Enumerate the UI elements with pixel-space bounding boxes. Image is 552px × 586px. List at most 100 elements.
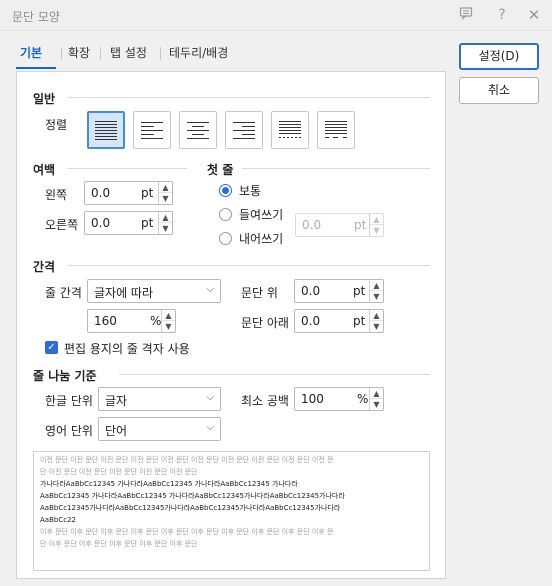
margin-right-unit: pt [141, 216, 154, 230]
tab-extended[interactable]: 확장 [68, 41, 90, 69]
line-spacing-mode-value: 글자에 따라 [94, 286, 154, 300]
help-icon[interactable]: ? [493, 6, 511, 24]
space-below-unit: pt [353, 314, 366, 328]
align-justify-icon [95, 121, 117, 140]
spin-up-icon[interactable]: ▲ [370, 214, 383, 225]
align-divide-button[interactable] [317, 111, 355, 149]
chat-icon[interactable] [457, 6, 475, 24]
space-below-spinner[interactable]: 0.0 pt ▲ ▼ [294, 309, 384, 333]
spin-up-icon[interactable]: ▲ [159, 182, 172, 193]
first-line-unit: pt [354, 218, 367, 232]
preview-sample-line: 가나다라AaBbCc12345 가나다라AaBbCc12345 가나다라AaBb… [40, 480, 298, 488]
section-margin-title: 여백 [33, 163, 56, 177]
chevron-down-icon: ⌵ [206, 284, 214, 295]
english-unit-select[interactable]: 단어 ⌵ [98, 417, 221, 441]
spin-down-icon[interactable]: ▼ [370, 321, 383, 332]
min-space-spinner[interactable]: 100 % ▲ ▼ [294, 387, 384, 411]
preview-sample-line: AaBbCc12345가나다라AaBbCc12345가나다라AaBbCc1234… [40, 504, 341, 512]
spin-down-icon[interactable]: ▼ [370, 225, 383, 236]
space-above-spinner[interactable]: 0.0 pt ▲ ▼ [294, 279, 384, 303]
spin-up-icon[interactable]: ▲ [159, 212, 172, 223]
first-line-outdent-radio[interactable] [219, 232, 232, 245]
section-divider [67, 97, 430, 98]
ok-button[interactable]: 설정(D) [459, 43, 539, 70]
align-distribute-button[interactable] [271, 111, 309, 149]
line-spacing-mode-select[interactable]: 글자에 따라 ⌵ [87, 279, 221, 303]
margin-left-value: 0.0 [91, 186, 111, 200]
spin-down-icon[interactable]: ▼ [370, 291, 383, 302]
section-line-break-title: 줄 나눔 기준 [33, 369, 97, 383]
align-justify-button[interactable] [87, 111, 125, 149]
english-unit-value: 단어 [105, 424, 128, 438]
spin-down-icon[interactable]: ▼ [370, 399, 383, 410]
preview-next-line: 단 이후 문단 이후 문단 이후 문단 이후 문단 이후 문단 [40, 540, 198, 548]
close-icon[interactable]: ✕ [525, 6, 543, 24]
margin-left-label: 왼쪽 [45, 188, 68, 202]
margin-left-spinner[interactable]: 0.0 pt ▲ ▼ [84, 181, 173, 205]
section-general-title: 일반 [33, 92, 56, 106]
tab-divider [160, 47, 161, 60]
active-tab-indicator [16, 67, 56, 69]
cancel-button[interactable]: 취소 [459, 77, 539, 104]
align-divide-icon [325, 121, 347, 138]
spin-up-icon[interactable]: ▲ [370, 280, 383, 291]
first-line-indent-radio[interactable] [219, 208, 232, 221]
align-left-button[interactable] [133, 111, 171, 149]
min-space-value: 100 [301, 392, 324, 406]
section-divider [67, 168, 187, 169]
section-first-line-title: 첫 줄 [207, 163, 234, 177]
min-space-label: 최소 공백 [241, 394, 289, 408]
spin-up-icon[interactable]: ▲ [370, 388, 383, 399]
spin-up-icon[interactable]: ▲ [370, 310, 383, 321]
paragraph-preview: 이전 문단 이전 문단 이전 문단 이전 문단 이전 문단 이전 문단 이전 문… [33, 451, 430, 571]
spin-down-icon[interactable]: ▼ [162, 321, 175, 332]
hangul-unit-value: 글자 [105, 394, 128, 408]
tab-basic[interactable]: 기본 [20, 41, 42, 69]
margin-right-label: 오른쪽 [45, 218, 79, 232]
first-line-normal-radio[interactable] [219, 184, 232, 197]
preview-next-line: 이후 문단 이후 문단 이후 문단 이후 문단 이후 문단 이후 문단 이후 문… [40, 528, 334, 536]
align-center-icon [187, 122, 209, 139]
title-bar: 문단 모양 ? ✕ [0, 0, 552, 31]
tab-tab-settings[interactable]: 탭 설정 [110, 41, 147, 69]
line-spacing-unit: % [150, 314, 162, 328]
align-left-icon [141, 122, 163, 139]
min-space-unit: % [357, 392, 369, 406]
margin-right-value: 0.0 [91, 216, 111, 230]
preview-sample-line: AaBbCc22 [40, 516, 76, 524]
margin-right-spinner[interactable]: 0.0 pt ▲ ▼ [84, 211, 173, 235]
spin-up-icon[interactable]: ▲ [162, 310, 175, 321]
english-unit-label: 영어 단위 [45, 424, 93, 438]
align-right-icon [233, 122, 255, 139]
basic-tab-panel: 일반 정렬 여백 왼쪽 0.0 pt ▲ ▼ 오른쪽 0.0 pt ▲ ▼ 첫 줄 … [16, 71, 446, 579]
use-line-grid-label: 편집 용지의 줄 격자 사용 [64, 342, 190, 356]
use-line-grid-checkbox[interactable]: ✓ [45, 341, 58, 354]
hangul-unit-label: 한글 단위 [45, 394, 93, 408]
section-spacing-title: 간격 [33, 260, 56, 274]
first-line-value-spinner[interactable]: 0.0 pt ▲ ▼ [295, 213, 384, 237]
space-above-value: 0.0 [301, 284, 321, 298]
align-center-button[interactable] [179, 111, 217, 149]
section-divider [242, 168, 430, 169]
chevron-down-icon: ⌵ [206, 422, 214, 433]
first-line-value: 0.0 [302, 218, 322, 232]
chevron-down-icon: ⌵ [206, 392, 214, 403]
space-above-label: 문단 위 [241, 286, 278, 300]
space-below-label: 문단 아래 [241, 316, 289, 330]
preview-prev-line: 이전 문단 이전 문단 이전 문단 이전 문단 이전 문단 이전 문단 이전 문… [40, 456, 334, 464]
spin-down-icon[interactable]: ▼ [159, 193, 172, 204]
tab-border-background[interactable]: 테두리/배경 [169, 41, 228, 69]
space-above-unit: pt [353, 284, 366, 298]
preview-sample-line: AaBbCc12345 가나다라AaBbCc12345 가나다라AaBbCc12… [40, 492, 345, 500]
tab-divider [61, 47, 62, 60]
line-spacing-value-spinner[interactable]: 160 % ▲ ▼ [87, 309, 176, 333]
window-title: 문단 모양 [12, 10, 60, 24]
hangul-unit-select[interactable]: 글자 ⌵ [98, 387, 221, 411]
align-right-button[interactable] [225, 111, 263, 149]
align-label: 정렬 [45, 118, 68, 132]
spin-down-icon[interactable]: ▼ [159, 223, 172, 234]
align-distribute-icon [279, 121, 301, 138]
first-line-normal-label: 보통 [239, 184, 262, 198]
line-spacing-label: 줄 간격 [45, 286, 82, 300]
section-divider [67, 265, 430, 266]
